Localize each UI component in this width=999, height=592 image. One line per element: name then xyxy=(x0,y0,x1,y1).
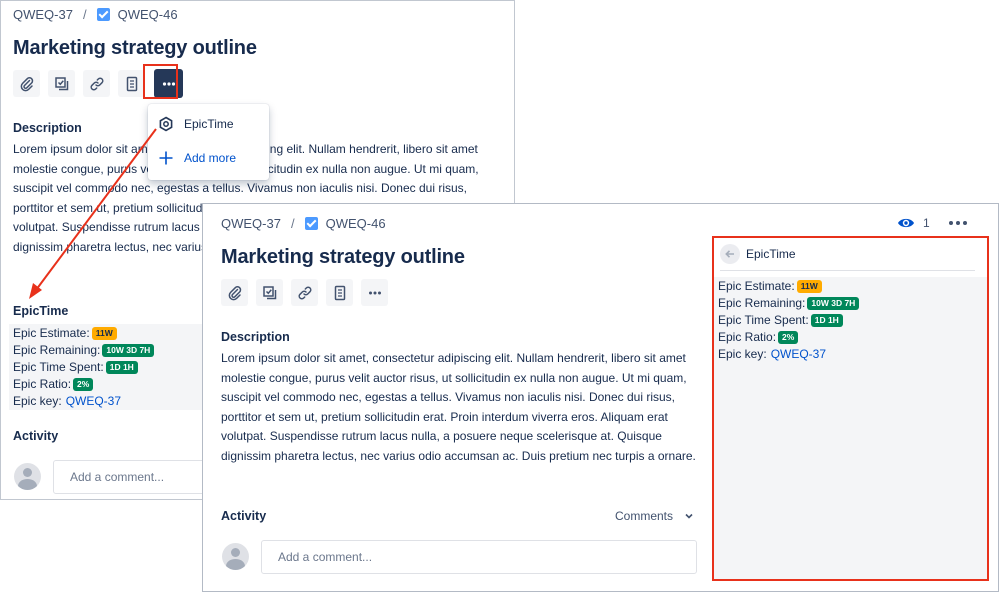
paperclip-icon xyxy=(228,285,241,300)
epic-ratio-label: Epic Ratio: xyxy=(13,377,72,391)
epic-key-link[interactable]: QWEQ-37 xyxy=(66,393,121,410)
epic-ratio-lozenge: 2% xyxy=(778,331,799,344)
breadcrumb-parent-link[interactable]: QWEQ-37 xyxy=(13,7,73,22)
epic-estimate-label: Epic Estimate: xyxy=(718,279,795,293)
epic-key-row: Epic key: QWEQ-37 xyxy=(718,346,968,363)
activity-filter-dropdown[interactable]: Comments xyxy=(615,509,695,523)
arrow-left-icon xyxy=(725,250,734,258)
paperclip-icon xyxy=(20,76,33,91)
epic-estimate-lozenge: 11W xyxy=(91,327,117,340)
breadcrumb: QWEQ-37 / QWEQ-46 xyxy=(13,7,178,22)
epic-spent-label: Epic Time Spent: xyxy=(718,313,809,327)
epictime-sidebar: EpicTime Epic Estimate: 11W Epic Remaini… xyxy=(712,236,989,581)
epic-remaining-lozenge: 10W 3D 7H xyxy=(102,344,155,357)
epictime-heading: EpicTime xyxy=(13,304,69,318)
epictime-sidebar-header: EpicTime xyxy=(714,238,987,277)
page-button[interactable] xyxy=(326,279,353,306)
epic-spent-row: Epic Time Spent: 1D 1H xyxy=(718,312,968,329)
chevron-down-icon xyxy=(685,513,693,519)
document-icon xyxy=(334,285,345,300)
epictime-panel: Epic Estimate: 11W Epic Remaining: 10W 3… xyxy=(718,278,968,363)
epictime-sidebar-title: EpicTime xyxy=(746,247,796,261)
child-issue-button[interactable] xyxy=(48,70,75,97)
issue-toolbar xyxy=(221,279,388,306)
epic-spent-lozenge: 1D 1H xyxy=(105,361,138,374)
link-icon xyxy=(90,77,103,90)
epic-estimate-label: Epic Estimate: xyxy=(13,326,90,340)
epic-ratio-lozenge: 2% xyxy=(73,378,94,391)
avatar xyxy=(222,543,249,570)
eye-icon xyxy=(898,218,914,228)
attach-button[interactable] xyxy=(221,279,248,306)
activity-heading: Activity xyxy=(13,429,59,443)
description-text[interactable]: Lorem ipsum dolor sit amet, consectetur … xyxy=(221,349,699,466)
breadcrumb-current-link[interactable]: QWEQ-46 xyxy=(118,7,178,22)
menu-item-epictime-label: EpicTime xyxy=(184,117,234,131)
issue-title[interactable]: Marketing strategy outline xyxy=(221,246,465,269)
watch-count: 1 xyxy=(923,216,930,230)
task-checkbox-icon xyxy=(304,217,318,230)
epic-spent-lozenge: 1D 1H xyxy=(810,314,843,327)
comment-input[interactable] xyxy=(261,540,697,574)
page-button[interactable] xyxy=(118,70,145,97)
epic-remaining-label: Epic Remaining: xyxy=(718,296,806,310)
epic-estimate-row: Epic Estimate: 11W xyxy=(718,278,968,295)
hexagon-icon xyxy=(159,116,173,132)
more-actions-menu: EpicTime Add more xyxy=(148,104,269,180)
dot xyxy=(949,221,953,225)
breadcrumb-current-link[interactable]: QWEQ-46 xyxy=(326,216,386,231)
epic-remaining-label: Epic Remaining: xyxy=(13,343,101,357)
epic-estimate-lozenge: 11W xyxy=(796,280,822,293)
link-issue-button[interactable] xyxy=(83,70,110,97)
breadcrumb-separator: / xyxy=(82,7,87,22)
header-more-button[interactable] xyxy=(949,221,967,225)
description-heading: Description xyxy=(13,121,82,135)
epic-remaining-lozenge: 10W 3D 7H xyxy=(807,297,860,310)
subtask-icon xyxy=(54,76,68,90)
more-button-highlight xyxy=(143,64,178,99)
dot xyxy=(956,221,960,225)
epic-key-label: Epic key: xyxy=(13,394,62,408)
menu-item-epictime[interactable]: EpicTime xyxy=(158,116,234,132)
watch-button[interactable]: 1 xyxy=(897,215,930,231)
attach-button[interactable] xyxy=(13,70,40,97)
child-issue-button[interactable] xyxy=(256,279,283,306)
dot xyxy=(963,221,967,225)
issue-title[interactable]: Marketing strategy outline xyxy=(13,37,257,60)
menu-item-add-more-label: Add more xyxy=(184,151,237,165)
epic-spent-label: Epic Time Spent: xyxy=(13,360,104,374)
more-actions-button[interactable] xyxy=(361,279,388,306)
activity-filter-label: Comments xyxy=(615,509,674,523)
subtask-icon xyxy=(262,285,276,299)
epic-key-link[interactable]: QWEQ-37 xyxy=(771,346,826,363)
activity-heading: Activity xyxy=(221,509,267,523)
breadcrumb-separator: / xyxy=(290,216,295,231)
divider xyxy=(720,270,975,271)
epic-key-label: Epic key: xyxy=(718,347,767,361)
epic-ratio-row: Epic Ratio: 2% xyxy=(718,329,968,346)
description-heading: Description xyxy=(221,330,290,344)
breadcrumb: QWEQ-37 / QWEQ-46 xyxy=(221,216,386,231)
epic-ratio-label: Epic Ratio: xyxy=(718,330,777,344)
comment-input[interactable] xyxy=(53,460,213,494)
back-button[interactable] xyxy=(720,244,740,264)
link-issue-button[interactable] xyxy=(291,279,318,306)
more-icon xyxy=(368,291,381,294)
breadcrumb-parent-link[interactable]: QWEQ-37 xyxy=(221,216,281,231)
avatar xyxy=(14,463,41,490)
task-checkbox-icon xyxy=(96,8,110,21)
menu-item-add-more[interactable]: Add more xyxy=(158,150,236,166)
document-icon xyxy=(126,76,137,91)
plus-icon xyxy=(159,151,173,165)
epic-remaining-row: Epic Remaining: 10W 3D 7H xyxy=(718,295,968,312)
link-icon xyxy=(298,286,311,299)
